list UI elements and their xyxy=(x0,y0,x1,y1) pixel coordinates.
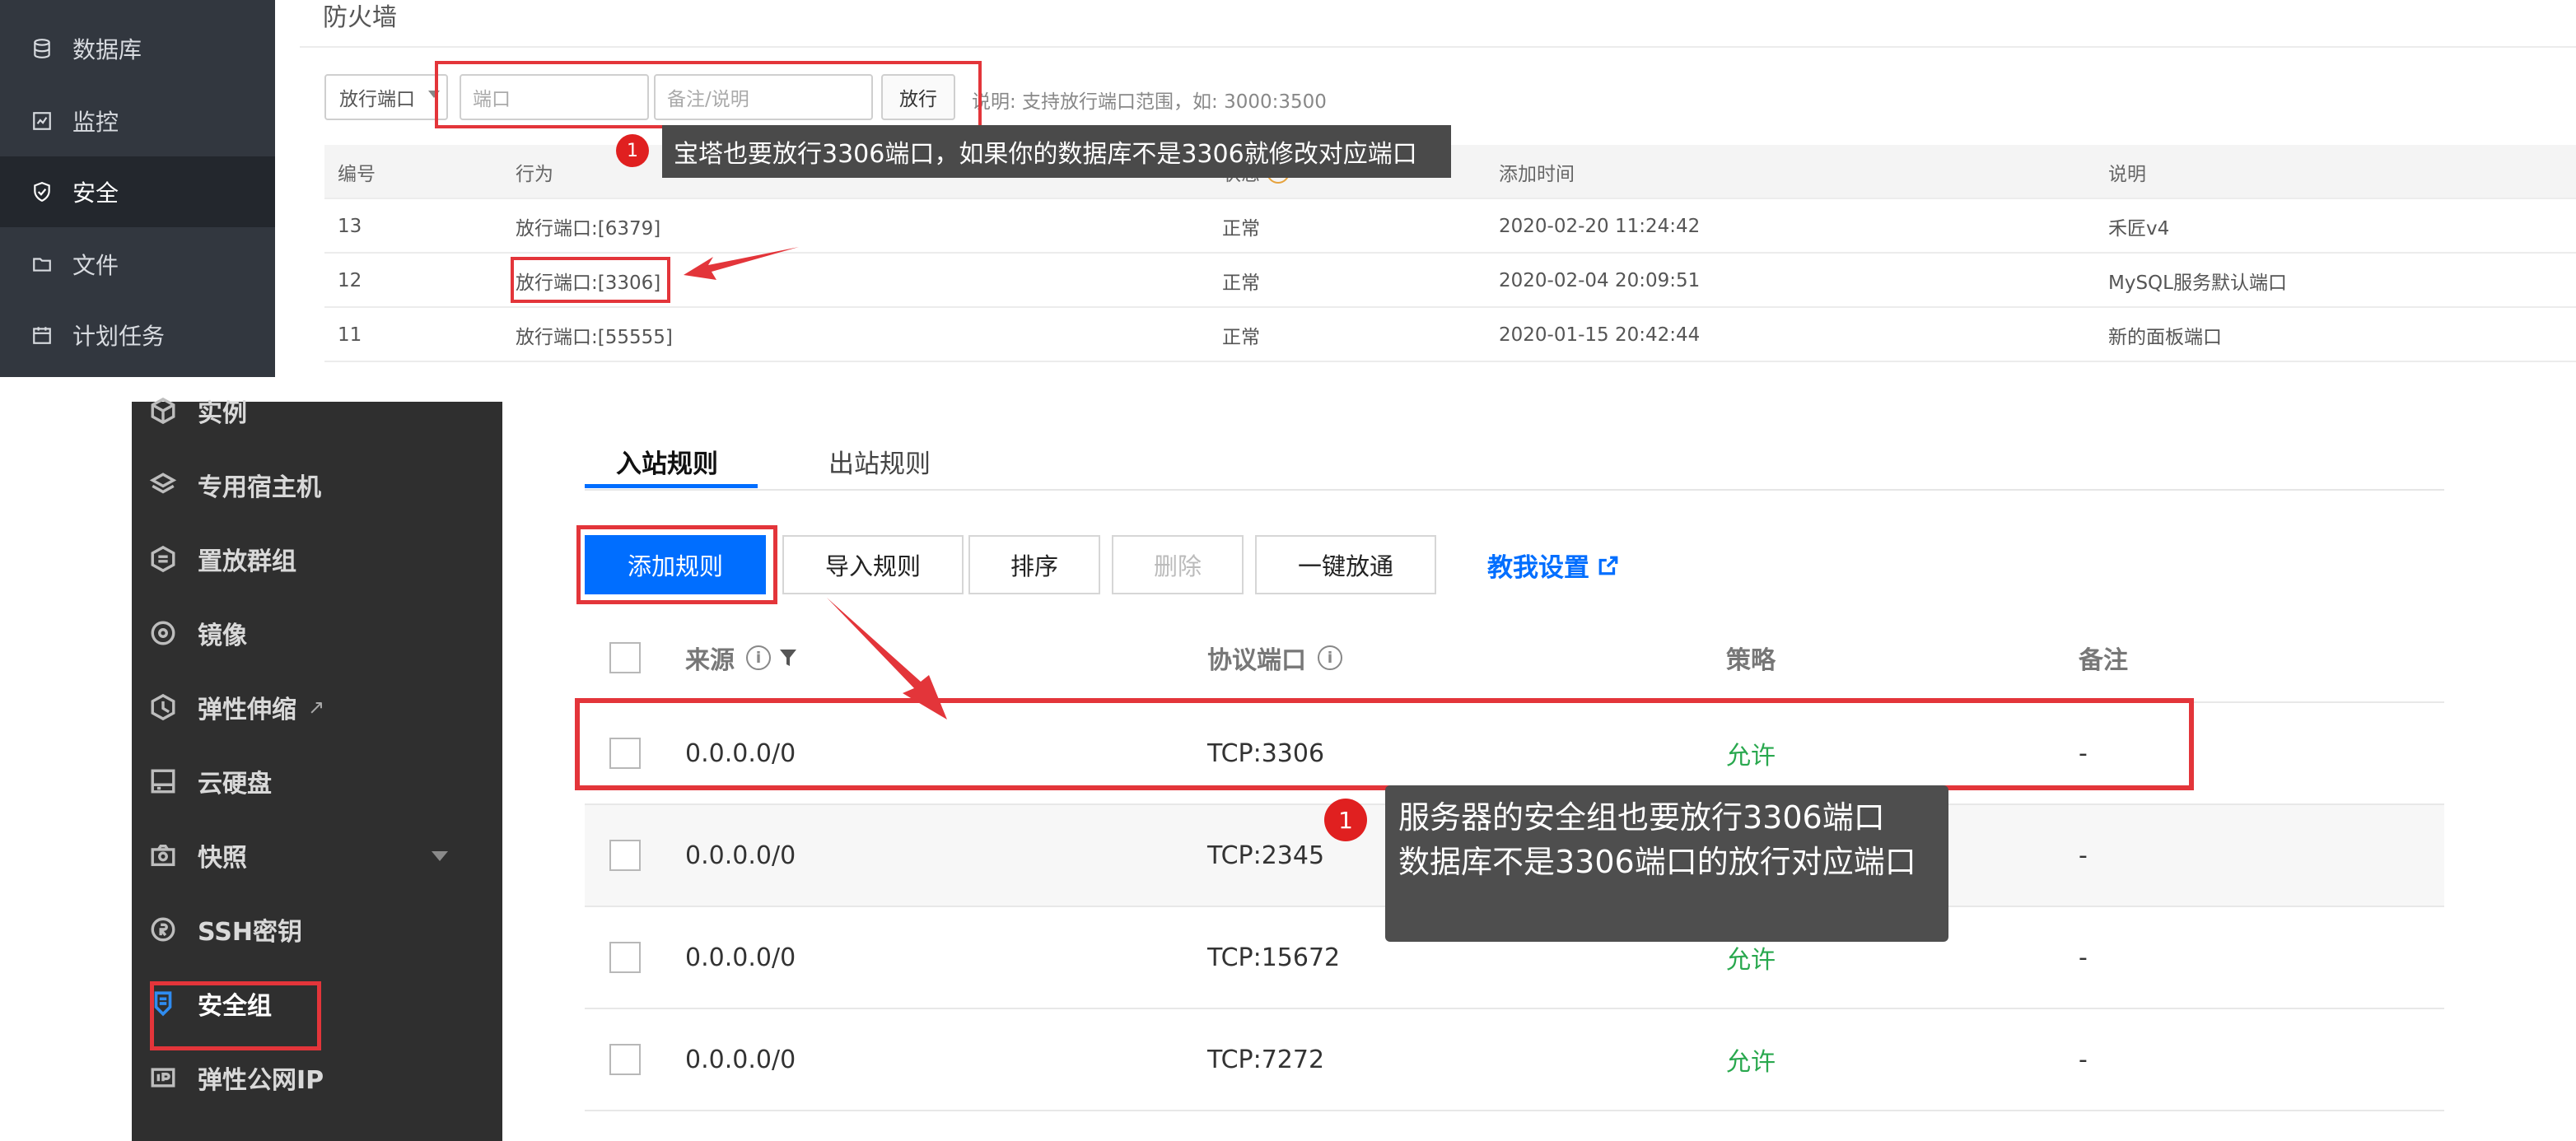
tab-outbound-rules[interactable]: 出站规则 xyxy=(828,443,931,480)
guide-link[interactable]: 教我设置 xyxy=(1487,547,1619,584)
sidebar-item-security[interactable]: 安全 xyxy=(0,156,275,227)
key-icon xyxy=(148,915,178,944)
sidebar-item-monitor[interactable]: 监控 xyxy=(0,86,275,156)
sidebar-item-images[interactable]: 镜像 xyxy=(132,596,502,670)
cube-icon xyxy=(148,692,178,722)
baota-sidebar: 数据库 监控 安全 文件 计划任务 xyxy=(0,0,275,377)
divider xyxy=(585,489,2444,491)
calendar-icon xyxy=(31,324,53,346)
external-link-icon xyxy=(1598,556,1618,575)
highlight-box xyxy=(150,981,321,1050)
delete-button[interactable]: 删除 xyxy=(1112,535,1244,594)
sidebar-item-database[interactable]: 数据库 xyxy=(0,13,275,84)
firewall-content: 防火墙 放行端口 端口 备注/说明 放行 说明: 支持放行端口范围，如: 300… xyxy=(300,0,2576,377)
sidebar-item-label: 镜像 xyxy=(198,622,247,650)
info-icon[interactable]: i xyxy=(746,645,771,670)
sidebar-item-label: 快照 xyxy=(198,844,247,873)
sidebar-item-label: 弹性公网IP xyxy=(198,1066,324,1095)
sidebar-item-ssh-key[interactable]: SSH密钥 xyxy=(132,892,502,966)
sidebar-item-label: 专用宿主机 xyxy=(198,473,321,502)
highlight-box xyxy=(435,61,982,128)
sidebar-item-dedicated-host[interactable]: 专用宿主机 xyxy=(132,448,502,522)
hint-text: 说明: 支持放行端口范围，如: 3000:3500 xyxy=(972,91,1327,113)
sidebar-item-elastic-ip[interactable]: 弹性公网IP xyxy=(132,1041,502,1115)
one-click-open-button[interactable]: 一键放通 xyxy=(1255,535,1436,594)
port-type-select[interactable]: 放行端口 xyxy=(324,74,448,120)
section-title: 防火墙 xyxy=(323,3,397,32)
table-row: 13 放行端口:[6379] 正常 2020-02-20 11:24:42 禾匠… xyxy=(324,199,2576,254)
sidebar-item-instances[interactable]: 实例 xyxy=(132,374,502,448)
step-badge: 1 xyxy=(1324,799,1367,841)
sidebar-item-label: 置放群组 xyxy=(198,547,296,576)
import-rule-button[interactable]: 导入规则 xyxy=(782,535,964,594)
chevron-down-icon[interactable] xyxy=(432,851,448,861)
table-row: 11 放行端口:[55555] 正常 2020-01-15 20:42:44 新… xyxy=(324,308,2576,362)
layers-icon xyxy=(148,470,178,500)
shield-icon xyxy=(31,181,53,203)
highlight-box xyxy=(511,257,670,303)
database-icon xyxy=(31,38,53,59)
placement-group-icon xyxy=(148,544,178,574)
security-group-content: 入站规则 出站规则 添加规则 导入规则 排序 删除 一键放通 教我设置 来源 i… xyxy=(544,402,2576,1141)
sidebar-item-label: 云硬盘 xyxy=(198,770,272,799)
info-icon[interactable]: i xyxy=(1318,645,1342,670)
image-disc-icon xyxy=(148,618,178,648)
instance-icon xyxy=(148,396,178,426)
filter-icon[interactable] xyxy=(779,648,797,668)
arrow-annotation-icon xyxy=(827,598,947,720)
annotation-tooltip: 宝塔也要放行3306端口，如果你的数据库不是3306就修改对应端口 xyxy=(662,125,1451,178)
row-checkbox[interactable] xyxy=(609,1044,641,1075)
disk-icon xyxy=(148,766,178,796)
ip-icon xyxy=(148,1063,178,1092)
sidebar-item-placement-group[interactable]: 置放群组 xyxy=(132,522,502,596)
folder-icon xyxy=(31,254,53,275)
annotation-tooltip: 服务器的安全组也要放行3306端口 数据库不是3306端口的放行对应端口 xyxy=(1385,785,1948,942)
sidebar-item-cron[interactable]: 计划任务 xyxy=(0,300,275,370)
table-row: 0.0.0.0/0 TCP:7272 允许 - xyxy=(585,1009,2444,1111)
sort-button[interactable]: 排序 xyxy=(968,535,1100,594)
tencent-security-group-panel: 实例 专用宿主机 置放群组 镜像 弹性伸缩 ↗ 云硬盘 快照 SSH密钥 安全组… xyxy=(0,397,2576,1141)
highlight-box xyxy=(576,525,777,604)
tab-inbound-rules[interactable]: 入站规则 xyxy=(616,443,718,480)
row-checkbox[interactable] xyxy=(609,840,641,871)
baota-firewall-panel: 数据库 监控 安全 文件 计划任务 防火墙 放行端口 端口 备注/说明 放行 说… xyxy=(0,0,2576,377)
select-all-checkbox[interactable] xyxy=(609,642,641,673)
active-tab-indicator xyxy=(585,484,758,488)
sidebar-item-label: 监控 xyxy=(72,109,119,136)
camera-icon xyxy=(148,841,178,870)
sidebar-item-auto-scaling[interactable]: 弹性伸缩 ↗ xyxy=(132,670,502,744)
arrow-annotation-icon xyxy=(684,247,799,280)
row-checkbox[interactable] xyxy=(609,942,641,973)
external-link-icon: ↗ xyxy=(308,696,325,719)
sidebar-item-files[interactable]: 文件 xyxy=(0,229,275,300)
highlight-box xyxy=(575,698,2194,790)
sidebar-item-label: 安全 xyxy=(72,179,119,207)
sidebar-item-label: 计划任务 xyxy=(72,323,166,350)
monitor-icon xyxy=(31,110,53,132)
step-badge: 1 xyxy=(616,134,649,167)
sidebar-item-label: 数据库 xyxy=(72,36,142,63)
sidebar-item-cloud-disk[interactable]: 云硬盘 xyxy=(132,744,502,818)
divider xyxy=(300,46,2576,48)
sidebar-item-label: 实例 xyxy=(198,399,247,428)
sidebar-item-label: 文件 xyxy=(72,252,119,279)
sidebar-item-snapshot[interactable]: 快照 xyxy=(132,818,502,892)
sidebar-item-label: 弹性伸缩 xyxy=(198,696,296,724)
sidebar-item-label: SSH密钥 xyxy=(198,918,302,947)
